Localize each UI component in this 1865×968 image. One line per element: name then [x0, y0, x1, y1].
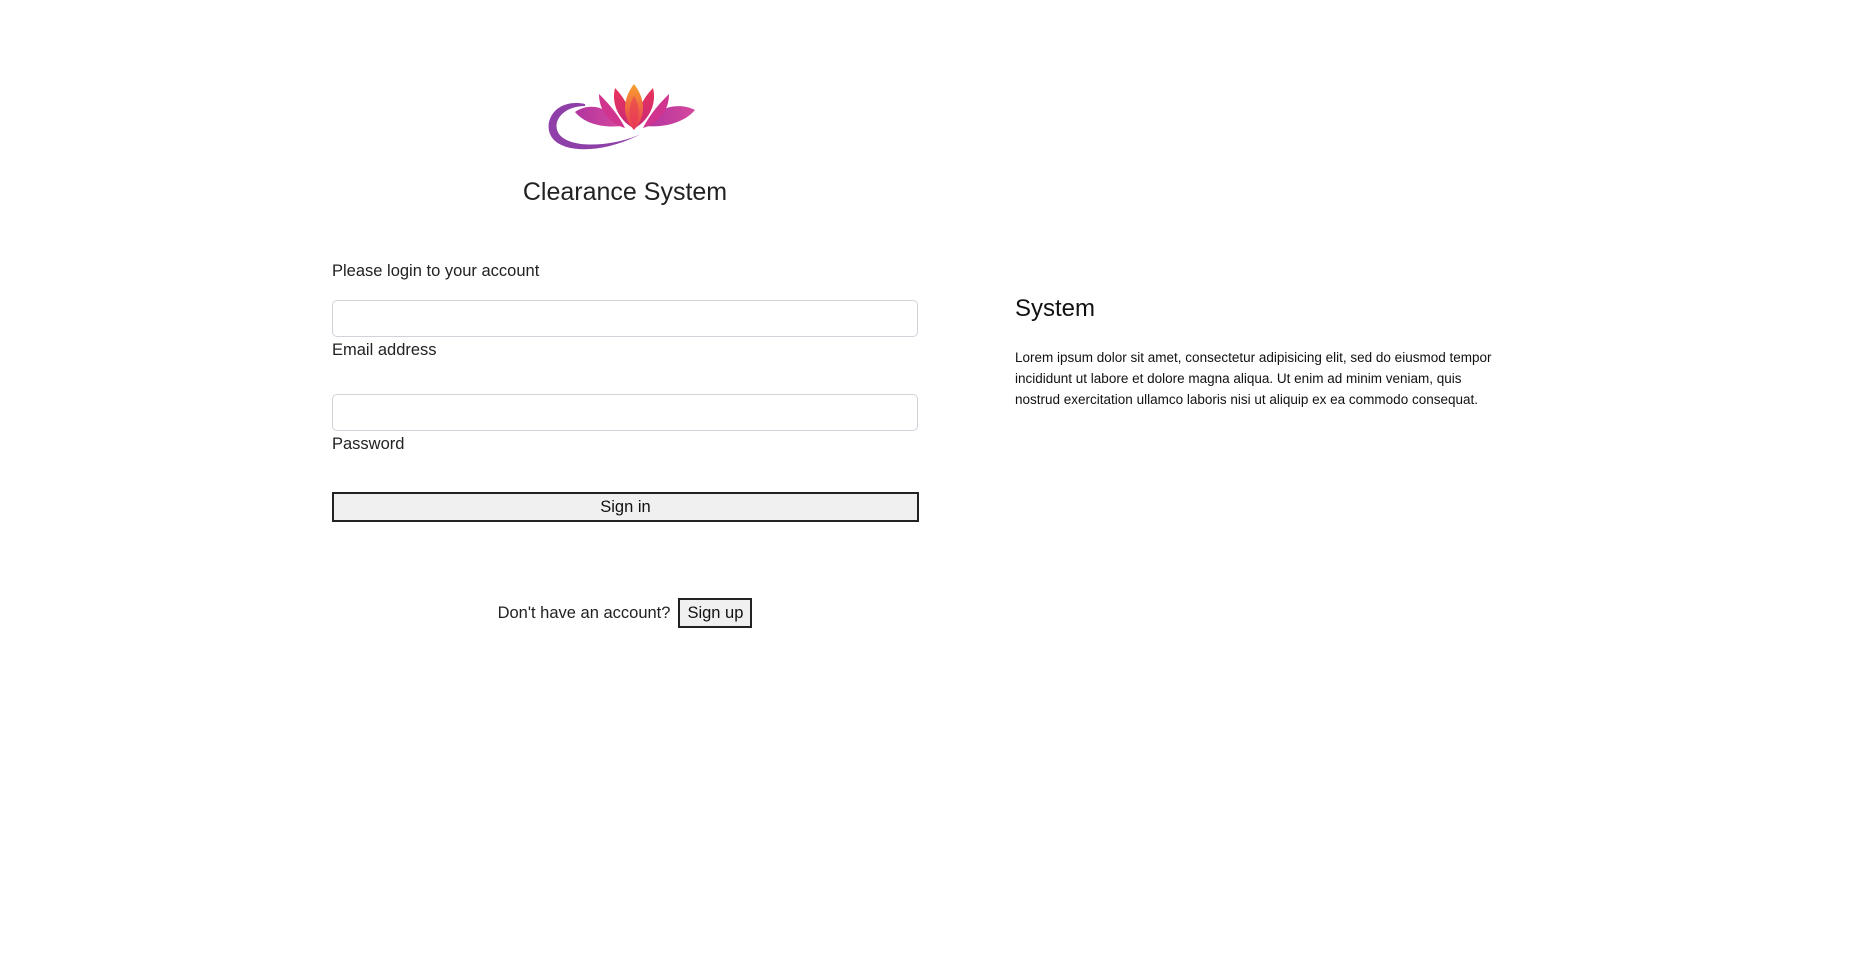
email-input[interactable]: [332, 300, 918, 337]
sign-in-button[interactable]: Sign in: [332, 492, 919, 522]
page-title: Clearance System: [522, 178, 728, 206]
login-prompt: Please login to your account: [332, 262, 540, 280]
signup-row: Don't have an account? Sign up: [332, 598, 918, 628]
signup-prompt: Don't have an account?: [497, 603, 671, 622]
email-label: Email address: [332, 341, 437, 359]
login-page: Clearance System Please login to your ac…: [0, 0, 1865, 968]
info-description: Lorem ipsum dolor sit amet, consectetur …: [1015, 350, 1492, 407]
sign-up-button[interactable]: Sign up: [678, 598, 753, 628]
info-title: System: [1015, 295, 1096, 322]
password-label: Password: [332, 435, 405, 453]
lotus-icon: [548, 84, 695, 150]
password-input[interactable]: [332, 394, 918, 431]
